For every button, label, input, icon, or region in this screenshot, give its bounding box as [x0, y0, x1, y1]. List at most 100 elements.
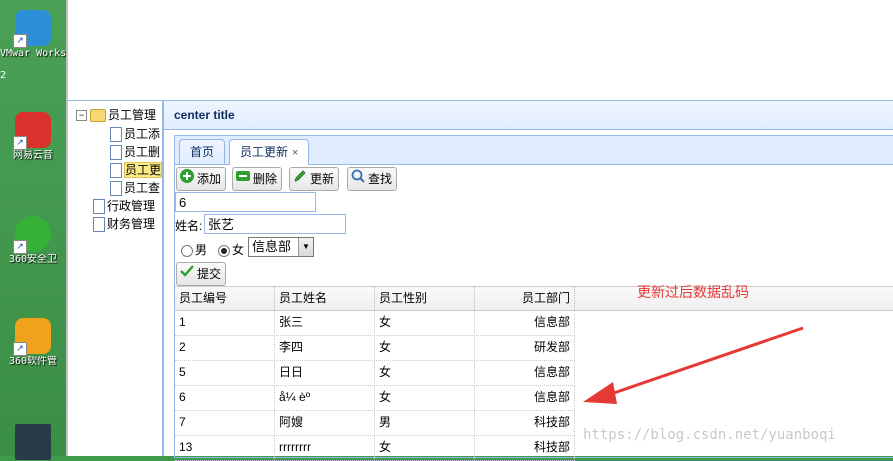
table-row[interactable]: 5 日日 女 信息部 — [175, 360, 575, 386]
desktop-icon-monitor[interactable] — [0, 424, 66, 460]
desktop-icon-label: VMwar Workstat — [0, 48, 66, 59]
gender-female-option[interactable]: 女 — [218, 241, 244, 258]
cell-name: å¼ èº — [275, 385, 375, 409]
cell-name: rrrrrrrr — [275, 435, 375, 459]
table-row[interactable]: 1 张三 女 信息部 — [175, 310, 575, 336]
employee-name-input[interactable]: 张艺 — [204, 214, 346, 234]
annotation-text: 更新过后数据乱码 — [637, 285, 749, 301]
desktop-icon-360-safe[interactable]: ↗ 360安全卫 — [0, 216, 66, 265]
cell-gender: 女 — [375, 435, 475, 459]
name-label: 姓名: — [175, 219, 203, 233]
cell-department: 信息部 — [475, 360, 575, 384]
file-icon — [110, 181, 122, 197]
desktop-icon-label: 360安全卫 — [8, 254, 58, 265]
tree-node-employee-management[interactable]: − 员工管理 — [76, 106, 156, 124]
file-icon — [110, 145, 122, 161]
tab-home[interactable]: 首页 — [179, 139, 226, 164]
cell-id: 1 — [175, 310, 275, 334]
arrow-head-icon — [583, 382, 617, 404]
vmware-icon: ↗ — [13, 10, 51, 48]
department-select[interactable]: 信息部 ▼ — [248, 237, 314, 257]
cell-gender: 女 — [375, 335, 475, 359]
submit-button[interactable]: 提交 — [176, 262, 227, 286]
desktop-icon-360-software[interactable]: ↗ 360软件管 — [0, 318, 66, 367]
shortcut-arrow-icon: ↗ — [13, 240, 27, 254]
cell-department: 科技部 — [475, 410, 575, 434]
tree-node-employee-search[interactable]: 员工查 — [110, 179, 160, 197]
cell-gender: 女 — [375, 385, 475, 409]
tab-bar: 首页 员工更新 × — [175, 136, 893, 165]
file-icon — [93, 199, 105, 215]
tree-node-employee-add[interactable]: 员工添 — [110, 125, 160, 143]
column-header-department[interactable]: 员工部门 — [475, 287, 575, 310]
check-icon — [179, 263, 195, 286]
cell-id: 2 — [175, 335, 275, 359]
search-button[interactable]: 查找 — [347, 167, 398, 191]
cell-gender: 男 — [375, 410, 475, 434]
delete-button[interactable]: 删除 — [232, 167, 283, 191]
cell-id: 13 — [175, 435, 275, 459]
cell-department: 研发部 — [475, 335, 575, 359]
annotation-arrow — [583, 326, 804, 404]
desktop-icon-vmware[interactable]: ↗ VMwar Workstat — [0, 10, 66, 59]
360-software-icon: ↗ — [13, 318, 51, 356]
chevron-down-icon: ▼ — [298, 238, 313, 256]
tab-employee-update[interactable]: 员工更新 × — [229, 139, 310, 165]
tree-node-employee-delete[interactable]: 员工删 — [110, 143, 160, 161]
desktop-icon-label: 360软件管 — [8, 356, 58, 367]
folder-icon — [90, 109, 106, 123]
watermark: https://blog.csdn.net/yuanboqi — [583, 427, 836, 443]
radio-female[interactable] — [218, 244, 230, 257]
remove-icon — [235, 168, 251, 191]
tree-node-admin[interactable]: 行政管理 — [93, 197, 155, 215]
grid-header: 员工编号 员工姓名 员工性别 员工部门 — [175, 286, 893, 311]
monitor-icon — [15, 424, 51, 460]
file-icon — [110, 127, 122, 143]
cell-gender: 女 — [375, 360, 475, 384]
north-region — [68, 0, 893, 101]
cell-name: 阿嫂 — [275, 410, 375, 434]
cell-id: 7 — [175, 410, 275, 434]
table-row[interactable]: 13 rrrrrrrr 女 科技部 — [175, 435, 575, 461]
add-button[interactable]: 添加 — [176, 167, 227, 191]
radio-male[interactable] — [181, 244, 193, 257]
table-row[interactable]: 6 å¼ èº 女 信息部 — [175, 385, 575, 411]
tree-node-finance[interactable]: 财务管理 — [93, 215, 155, 233]
employee-id-input[interactable]: 6 — [175, 192, 316, 212]
cell-name: 日日 — [275, 360, 375, 384]
search-icon — [350, 168, 366, 191]
cell-id: 5 — [175, 360, 275, 384]
tree-node-employee-update[interactable]: 员工更 — [110, 161, 163, 179]
pencil-icon — [292, 168, 308, 191]
collapse-icon[interactable]: − — [76, 110, 87, 122]
shortcut-arrow-icon: ↗ — [13, 342, 27, 356]
shortcut-arrow-icon: ↗ — [13, 136, 27, 150]
gender-male-option[interactable]: 男 — [181, 241, 207, 258]
file-icon — [110, 163, 122, 179]
update-button[interactable]: 更新 — [289, 167, 340, 191]
desktop-strip: ↗ VMwar Workstat ↗ 网易云音 ↗ 360安全卫 ↗ 360软件… — [0, 0, 66, 460]
west-tree-panel: − 员工管理 员工添 员工删 员工更 员工查 行政管理 财务管理 — [68, 101, 163, 456]
cell-department: 科技部 — [475, 435, 575, 459]
cell-id: 6 — [175, 385, 275, 409]
column-header-name[interactable]: 员工姓名 — [275, 287, 375, 310]
netease-music-icon: ↗ — [13, 112, 51, 150]
cell-name: 张三 — [275, 310, 375, 334]
column-header-gender[interactable]: 员工性别 — [375, 287, 475, 310]
desktop-icon-netease-music[interactable]: ↗ 网易云音 — [0, 112, 66, 161]
add-icon — [179, 168, 195, 191]
table-row[interactable]: 2 李四 女 研发部 — [175, 335, 575, 361]
table-row[interactable]: 7 阿嫂 男 科技部 — [175, 410, 575, 436]
desktop-edge-label: 2 — [0, 70, 7, 81]
cell-name: 李四 — [275, 335, 375, 359]
arrow-shaft — [604, 326, 804, 398]
cell-department: 信息部 — [475, 385, 575, 409]
column-header-id[interactable]: 员工编号 — [175, 287, 275, 310]
shortcut-arrow-icon: ↗ — [13, 34, 27, 48]
360-safe-icon: ↗ — [13, 216, 51, 254]
tab-close-icon[interactable]: × — [292, 147, 298, 159]
cell-gender: 女 — [375, 310, 475, 334]
center-panel-title: center title — [164, 101, 893, 130]
cell-department: 信息部 — [475, 310, 575, 334]
toolbar: 添加 删除 更新 查找 — [175, 164, 893, 191]
